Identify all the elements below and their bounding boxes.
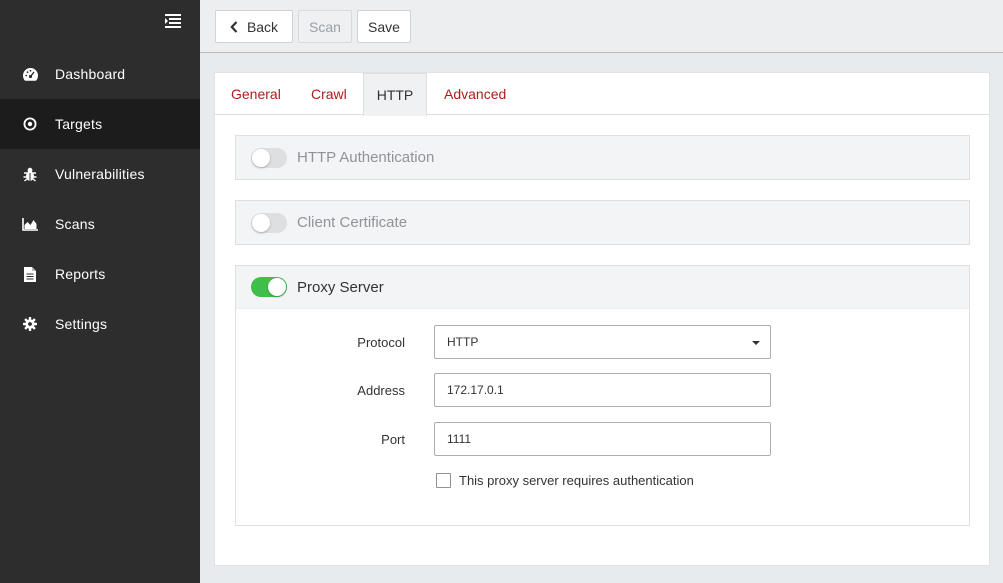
http-authentication-section: HTTP Authentication [235,135,970,180]
toolbar: Back Scan Save [200,0,1003,53]
sidebar-item-label: Scans [55,216,95,232]
caret-down-icon [752,341,760,345]
gear-icon [22,316,38,332]
sidebar-item-label: Vulnerabilities [55,166,145,182]
sidebar-item-label: Settings [55,316,108,332]
menu-collapse-icon[interactable] [165,14,185,32]
sidebar-item-settings[interactable]: Settings [0,299,200,349]
port-row: Port 1111 [236,422,969,456]
tab-general[interactable]: General [231,73,281,115]
target-settings-panel: General Crawl HTTP Advanced HTTP Authent… [214,72,990,566]
proxy-server-title: Proxy Server [297,278,384,296]
proxy-server-section: Proxy Server Protocol HTTP Address 172.1… [235,265,970,526]
proxy-auth-checkbox-label: This proxy server requires authenticatio… [459,473,694,488]
sidebar: Dashboard Targets Vulnerabilities Scans … [0,0,200,583]
tab-crawl[interactable]: Crawl [311,73,347,115]
tab-http[interactable]: HTTP [363,73,427,116]
proxy-auth-checkbox[interactable] [436,473,451,488]
sidebar-item-targets[interactable]: Targets [0,99,200,149]
port-input[interactable]: 1111 [434,422,771,456]
chevron-left-icon [230,20,238,33]
client-certificate-title: Client Certificate [297,214,408,231]
protocol-select[interactable]: HTTP [434,325,771,359]
client-certificate-toggle[interactable] [251,212,287,233]
sidebar-item-label: Reports [55,266,106,282]
save-button[interactable]: Save [357,10,411,43]
http-authentication-title: HTTP Authentication [297,149,435,166]
proxy-server-header: Proxy Server [236,266,969,309]
dashboard-gauge-icon [22,66,38,82]
protocol-label: Protocol [357,334,405,350]
protocol-selected-value: HTTP [447,335,479,349]
proxy-auth-checkbox-row[interactable]: This proxy server requires authenticatio… [436,473,694,488]
sidebar-item-scans[interactable]: Scans [0,199,200,249]
client-certificate-header: Client Certificate [236,201,969,244]
back-button-label: Back [246,18,279,35]
target-icon [22,116,38,132]
sidebar-item-label: Targets [55,116,103,132]
bug-icon [22,166,38,182]
proxy-server-toggle[interactable] [251,277,287,297]
sidebar-item-dashboard[interactable]: Dashboard [0,49,200,99]
address-input[interactable]: 172.17.0.1 [434,373,771,407]
address-row: Address 172.17.0.1 [236,373,969,407]
client-certificate-section: Client Certificate [235,200,970,245]
scan-button[interactable]: Scan [298,10,352,43]
back-button[interactable]: Back [215,10,293,43]
port-label: Port [381,431,405,447]
sidebar-nav: Dashboard Targets Vulnerabilities Scans … [0,49,200,349]
area-chart-icon [22,216,38,232]
protocol-row: Protocol HTTP [236,325,969,359]
sidebar-item-vulnerabilities[interactable]: Vulnerabilities [0,149,200,199]
tab-bar: General Crawl HTTP Advanced [215,73,989,116]
http-authentication-header: HTTP Authentication [236,136,969,179]
sidebar-item-reports[interactable]: Reports [0,249,200,299]
address-label: Address [357,382,405,398]
tab-advanced[interactable]: Advanced [444,73,506,115]
sidebar-item-label: Dashboard [55,66,126,82]
document-icon [22,266,38,282]
http-authentication-toggle[interactable] [251,147,287,168]
